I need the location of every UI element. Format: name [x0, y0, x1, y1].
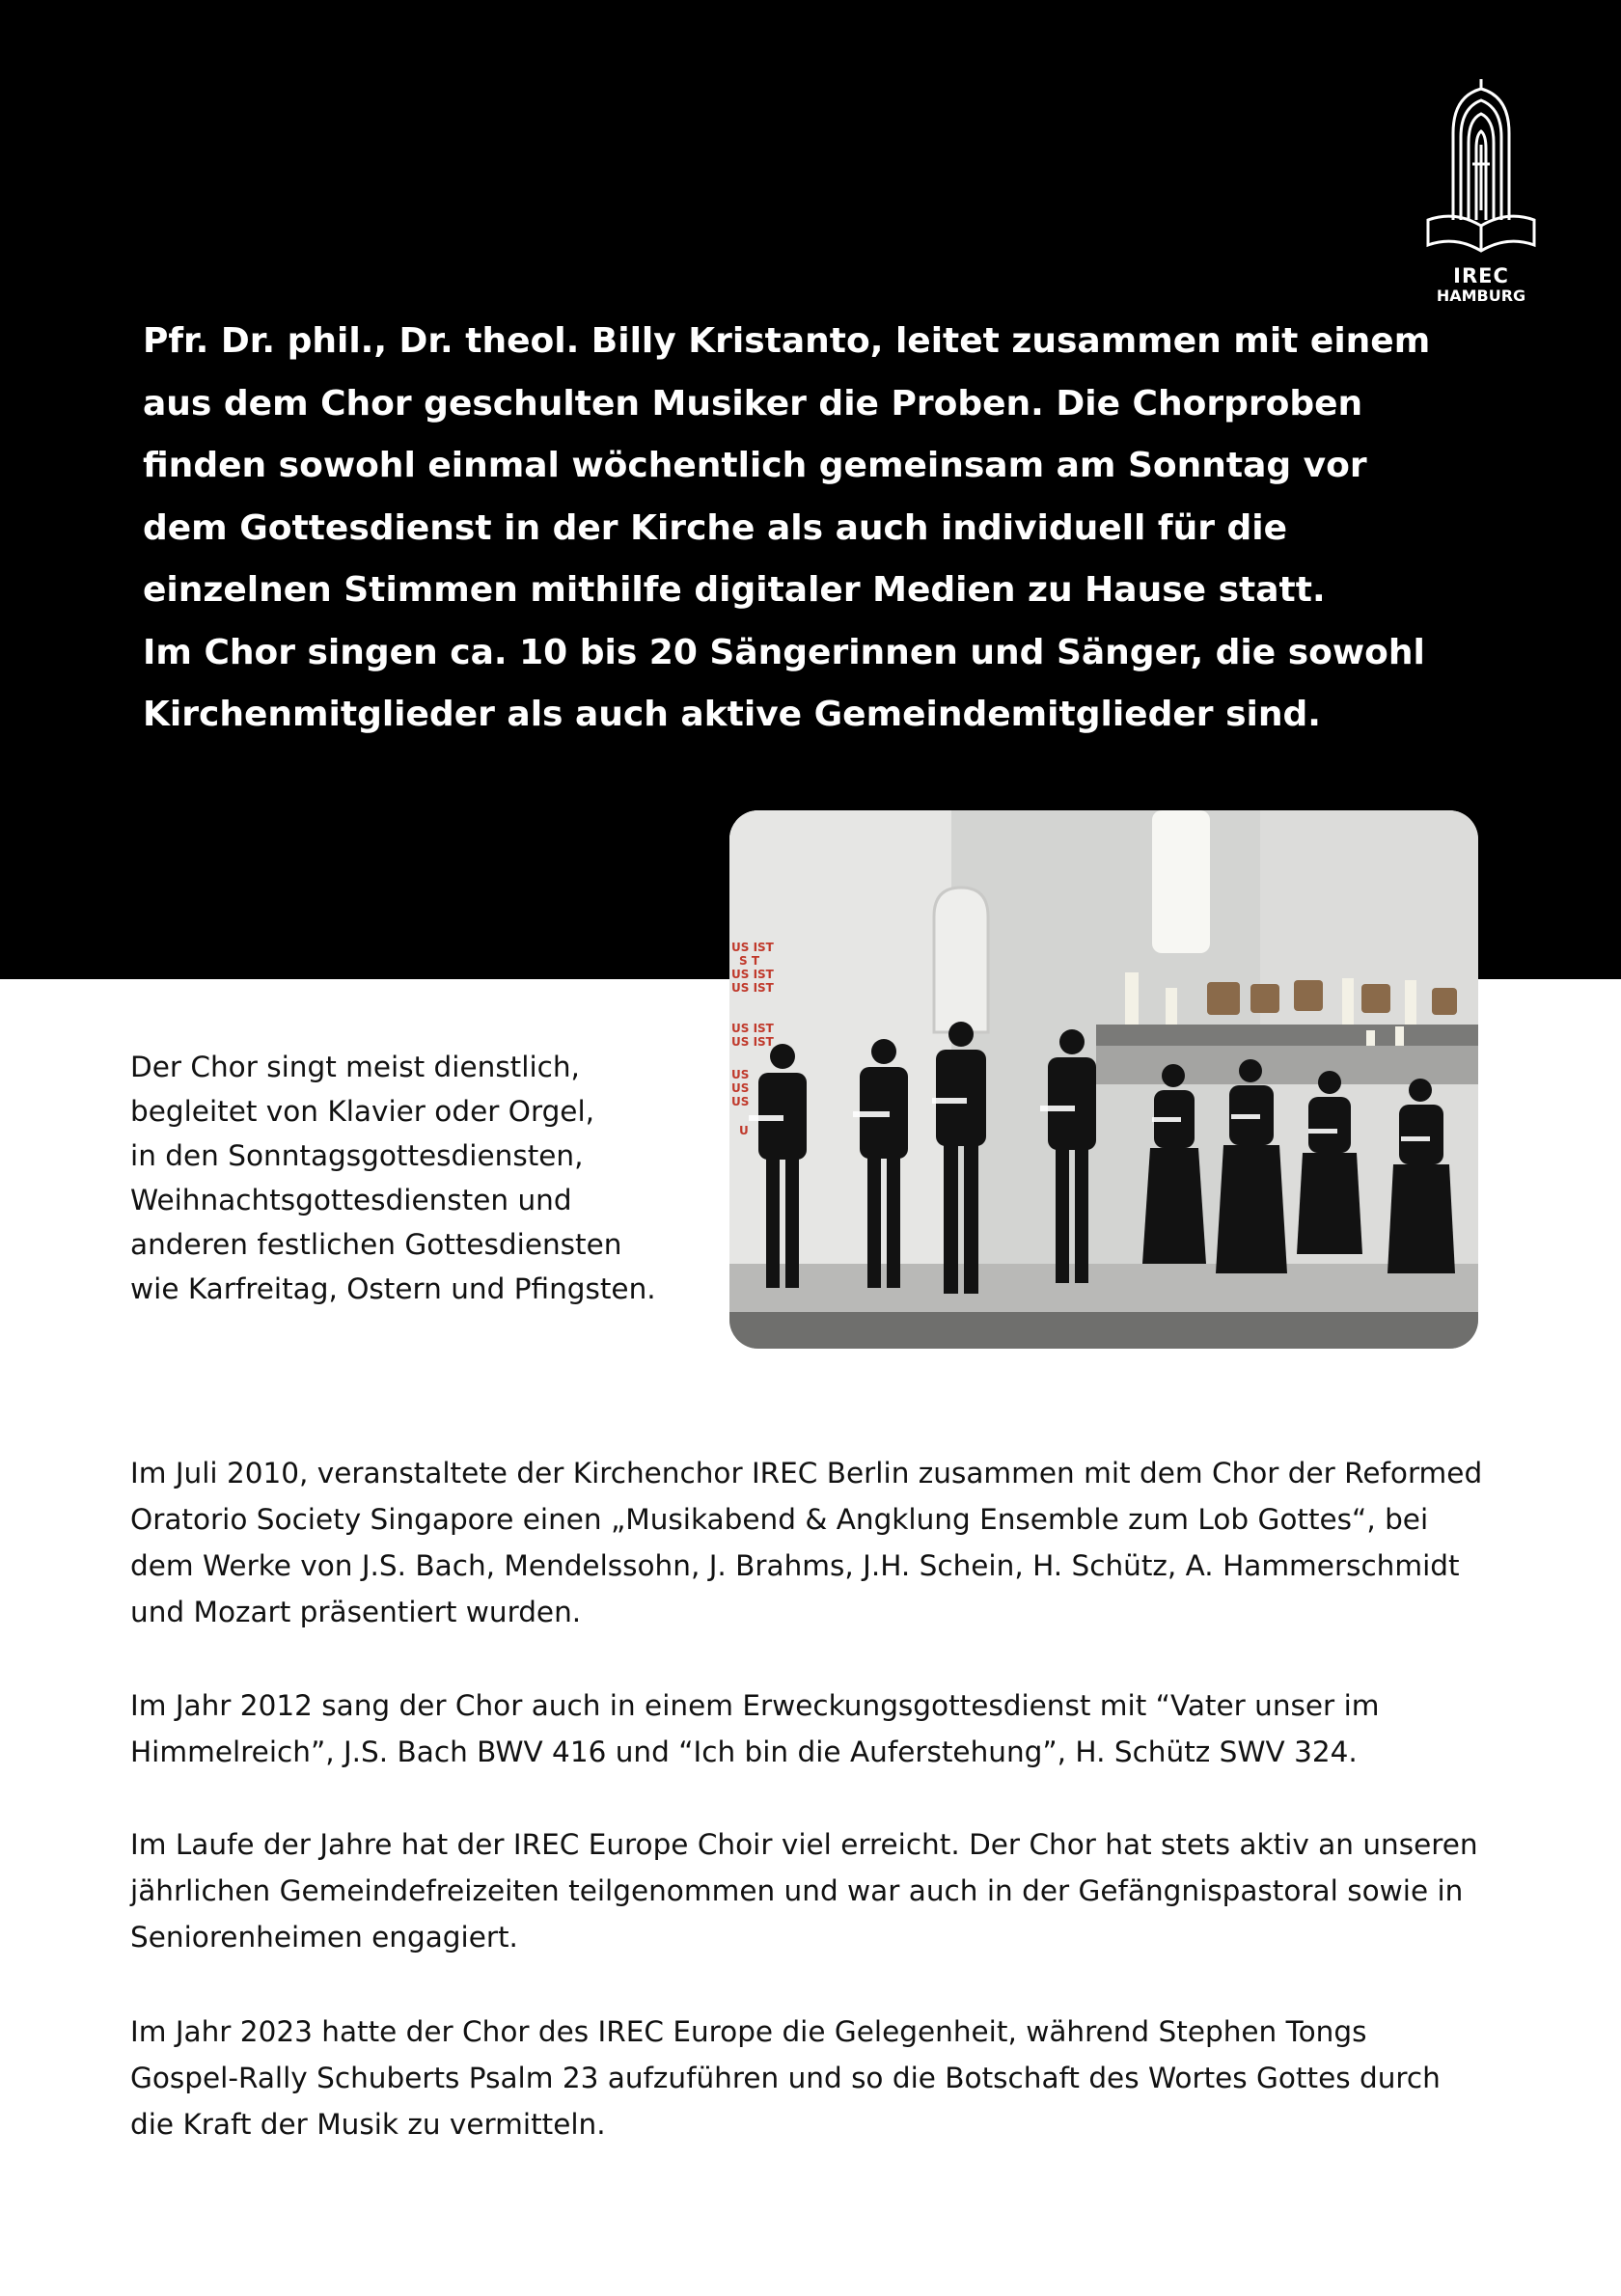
- svg-text:US: US: [731, 1095, 749, 1108]
- intro-text: Pfr. Dr. phil., Dr. theol. Billy Kristan…: [143, 311, 1431, 747]
- intro-line: dem Gottesdienst in der Kirche als auch …: [143, 507, 1288, 548]
- paragraph-line: Gospel-Rally Schuberts Psalm 23 aufzufüh…: [130, 2062, 1441, 2094]
- paragraph-line: Oratorio Society Singapore einen „Musika…: [130, 1503, 1429, 1536]
- paragraph-line: Himmelreich”, J.S. Bach BWV 416 und “Ich…: [130, 1736, 1358, 1768]
- church-book-icon: [1426, 79, 1536, 253]
- paragraph-2023: Im Jahr 2023 hatte der Chor des IREC Eur…: [130, 2009, 1539, 2147]
- paragraph-line: Seniorenheimen engagiert.: [130, 1921, 518, 1954]
- paragraph-2012: Im Jahr 2012 sang der Chor auch in einem…: [130, 1682, 1539, 1775]
- svg-text:U: U: [739, 1124, 749, 1137]
- choir-service-text: Der Chor singt meist dienstlich, begleit…: [130, 1045, 709, 1311]
- paragraph-line: Im Juli 2010, veranstaltete der Kirchenc…: [130, 1457, 1483, 1490]
- side-text-line: Der Chor singt meist dienstlich,: [130, 1051, 580, 1083]
- svg-text:US: US: [731, 1068, 749, 1081]
- intro-line: Im Chor singen ca. 10 bis 20 Sängerinnen…: [143, 632, 1425, 672]
- paragraph-line: Im Jahr 2023 hatte der Chor des IREC Eur…: [130, 2015, 1367, 2048]
- side-text-line: Weihnachtsgottesdiensten und: [130, 1184, 572, 1216]
- side-text-line: anderen festlichen Gottesdiensten: [130, 1228, 622, 1261]
- intro-line: Kirchenmitglieder als auch aktive Gemein…: [143, 695, 1321, 734]
- intro-line: finden sowohl einmal wöchentlich gemeins…: [143, 446, 1367, 485]
- intro-line: einzelnen Stimmen mithilfe digitaler Med…: [143, 570, 1326, 610]
- paragraph-line: dem Werke von J.S. Bach, Mendelssohn, J.…: [130, 1549, 1460, 1582]
- svg-text:US: US: [731, 1081, 749, 1095]
- svg-text:US IST: US IST: [731, 968, 775, 981]
- irec-hamburg-logo: IREC HAMBURG: [1418, 75, 1544, 312]
- svg-text:US IST: US IST: [731, 941, 775, 954]
- logo-city: HAMBURG: [1436, 287, 1526, 305]
- svg-text:S T: S T: [739, 954, 760, 968]
- paragraph-line: Im Jahr 2012 sang der Chor auch in einem…: [130, 1689, 1380, 1722]
- svg-text:US IST: US IST: [731, 1022, 775, 1035]
- choir-photo: US IST S T US IST US IST US IST US IST U…: [729, 810, 1478, 1349]
- paragraph-achievements: Im Laufe der Jahre hat der IREC Europe C…: [130, 1821, 1539, 1960]
- paragraph-line: jährlichen Gemeindefreizeiten teilgenomm…: [130, 1874, 1464, 1907]
- svg-text:US IST: US IST: [731, 981, 775, 995]
- side-text-line: wie Karfreitag, Ostern und Pfingsten.: [130, 1272, 656, 1305]
- paragraph-2010: Im Juli 2010, veranstaltete der Kirchenc…: [130, 1450, 1539, 1635]
- side-text-line: begleitet von Klavier oder Orgel,: [130, 1095, 595, 1128]
- intro-line: aus dem Chor geschulten Musiker die Prob…: [143, 383, 1363, 424]
- choir-photo-illustration: US IST S T US IST US IST US IST US IST U…: [729, 810, 1478, 1349]
- paragraph-line: die Kraft der Musik zu vermitteln.: [130, 2108, 606, 2141]
- paragraph-line: und Mozart präsentiert wurden.: [130, 1596, 582, 1628]
- side-text-line: in den Sonntagsgottesdiensten,: [130, 1139, 584, 1172]
- intro-line: Pfr. Dr. phil., Dr. theol. Billy Kristan…: [143, 321, 1431, 361]
- logo-name: IREC: [1453, 264, 1509, 287]
- paragraph-line: Im Laufe der Jahre hat der IREC Europe C…: [130, 1828, 1478, 1861]
- svg-text:US IST: US IST: [731, 1035, 775, 1049]
